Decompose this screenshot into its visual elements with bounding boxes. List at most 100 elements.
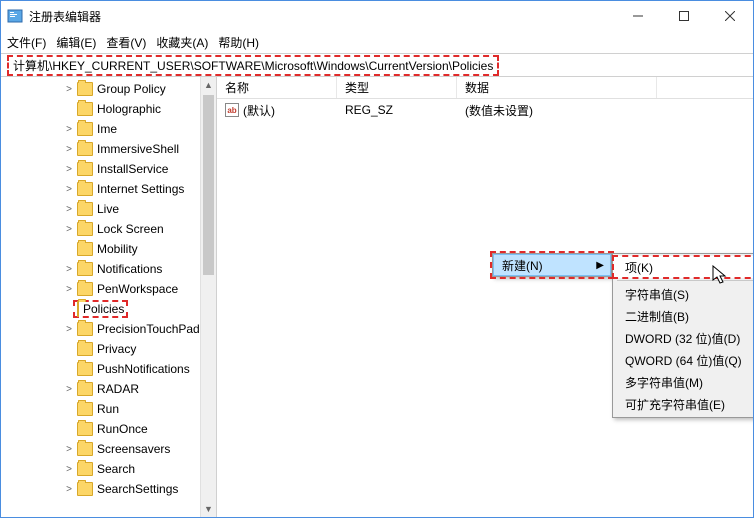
folder-icon: [77, 122, 93, 136]
expand-icon[interactable]: >: [63, 204, 75, 215]
folder-icon: [77, 342, 93, 356]
string-value-icon: ab: [225, 103, 239, 117]
column-header[interactable]: 类型: [337, 77, 457, 98]
expand-icon[interactable]: >: [63, 264, 75, 275]
tree-label: PenWorkspace: [97, 282, 178, 296]
tree-item[interactable]: > Internet Settings: [13, 179, 216, 199]
tree-label: Notifications: [97, 262, 162, 276]
tree-item[interactable]: >Search: [13, 459, 216, 479]
tree-item[interactable]: Holographic: [13, 99, 216, 119]
tree-item[interactable]: >PrecisionTouchPad: [13, 319, 216, 339]
tree-label: Policies: [83, 302, 124, 316]
tree-item[interactable]: >ImmersiveShell: [13, 139, 216, 159]
expand-icon[interactable]: >: [63, 164, 75, 175]
tree-label: RunOnce: [97, 422, 148, 436]
expand-icon[interactable]: >: [63, 144, 75, 155]
tree-item[interactable]: > RADAR: [13, 379, 216, 399]
tree-item[interactable]: Run: [13, 399, 216, 419]
context-item[interactable]: 项(K): [613, 256, 753, 278]
tree-item[interactable]: >Live: [13, 199, 216, 219]
tree-label: Group Policy: [97, 82, 166, 96]
tree-label: Privacy: [97, 342, 136, 356]
tree-item[interactable]: RunOnce: [13, 419, 216, 439]
tree-item[interactable]: > Notifications: [13, 259, 216, 279]
menu-item[interactable]: 收藏夹(A): [156, 34, 208, 51]
context-item[interactable]: 字符串值(S): [613, 283, 753, 305]
value-type: REG_SZ: [337, 103, 457, 117]
tree-panel[interactable]: > Group Policy Holographic > Ime >ImmersiveSh…: [1, 77, 217, 517]
tree-item[interactable]: Privacy: [13, 339, 216, 359]
registry-editor-window: 注册表编辑器 文件(F) 编辑(E) 查看(V) 收藏夹(A) 帮助(H) 计算机\HK…: [0, 0, 754, 518]
close-button[interactable]: [707, 1, 753, 31]
scroll-up-icon[interactable]: ▲: [201, 77, 216, 93]
folder-icon: [77, 182, 93, 196]
column-header[interactable]: 数据: [457, 77, 657, 98]
folder-icon: [77, 402, 93, 416]
tree-item[interactable]: > PenWorkspace: [13, 279, 216, 299]
tree-label: InstallService: [97, 162, 168, 176]
tree-item[interactable]: > Group Policy: [13, 79, 216, 99]
folder-icon: [77, 242, 93, 256]
tree-item[interactable]: >Screensavers: [13, 439, 216, 459]
context-item[interactable]: DWORD (32 位)值(D): [613, 327, 753, 349]
folder-icon: [77, 362, 93, 376]
expand-icon[interactable]: >: [63, 444, 75, 455]
context-item[interactable]: 多字符串值(M): [613, 371, 753, 393]
folder-icon: [77, 322, 93, 336]
tree-item[interactable]: PushNotifications: [13, 359, 216, 379]
addressbar[interactable]: 计算机\HKEY_CURRENT_USER\SOFTWARE\Microsoft…: [1, 53, 753, 77]
folder-icon: [77, 462, 93, 476]
tree-scrollbar[interactable]: ▲ ▼: [200, 77, 216, 517]
submenu-arrow-icon: ▶: [596, 260, 604, 271]
window-title: 注册表编辑器: [29, 8, 615, 25]
tree-item[interactable]: Policies: [13, 299, 216, 319]
app-icon: [7, 8, 23, 24]
context-item[interactable]: 二进制值(B): [613, 305, 753, 327]
expand-icon[interactable]: >: [63, 384, 75, 395]
expand-icon[interactable]: >: [63, 84, 75, 95]
folder-icon: [77, 102, 93, 116]
expand-icon[interactable]: >: [63, 284, 75, 295]
list-row[interactable]: ab(默认)REG_SZ(数值未设置): [217, 99, 753, 121]
tree-item[interactable]: > Lock Screen: [13, 219, 216, 239]
expand-icon[interactable]: >: [63, 184, 75, 195]
minimize-button[interactable]: [615, 1, 661, 31]
context-item-label: 新建(N): [502, 257, 543, 274]
menu-separator: [617, 280, 753, 281]
menu-item[interactable]: 帮助(H): [218, 34, 259, 51]
menu-item[interactable]: 编辑(E): [56, 34, 96, 51]
folder-icon: [77, 442, 93, 456]
tree-item[interactable]: Mobility: [13, 239, 216, 259]
column-header[interactable]: 名称: [217, 77, 337, 98]
list-panel[interactable]: 名称类型数据 ab(默认)REG_SZ(数值未设置) 新建(N) ▶ 项(K) 字…: [217, 77, 753, 517]
context-item[interactable]: 可扩充字符串值(E): [613, 393, 753, 415]
expand-icon[interactable]: >: [63, 484, 75, 495]
context-menu-new: 新建(N) ▶: [492, 253, 612, 277]
window-buttons: [615, 1, 753, 31]
maximize-button[interactable]: [661, 1, 707, 31]
context-item[interactable]: QWORD (64 位)值(Q): [613, 349, 753, 371]
folder-icon: [77, 142, 93, 156]
menu-item[interactable]: 文件(F): [7, 34, 46, 51]
tree-item[interactable]: >SearchSettings: [13, 479, 216, 499]
scroll-down-icon[interactable]: ▼: [201, 501, 216, 517]
expand-icon[interactable]: >: [63, 324, 75, 335]
tree-label: Ime: [97, 122, 117, 136]
folder-icon: [77, 262, 93, 276]
expand-icon[interactable]: >: [63, 124, 75, 135]
tree-item[interactable]: > InstallService: [13, 159, 216, 179]
list-header: 名称类型数据: [217, 77, 753, 99]
expand-icon[interactable]: >: [63, 224, 75, 235]
tree-label: RADAR: [97, 382, 139, 396]
scroll-thumb[interactable]: [203, 95, 214, 275]
tree-label: Internet Settings: [97, 182, 184, 196]
menu-item[interactable]: 查看(V): [106, 34, 146, 51]
tree-item[interactable]: > Ime: [13, 119, 216, 139]
tree-label: Holographic: [97, 102, 161, 116]
tree-label: Lock Screen: [97, 222, 164, 236]
folder-icon: [77, 382, 93, 396]
tree-label: PushNotifications: [97, 362, 190, 376]
context-item-new[interactable]: 新建(N) ▶: [493, 254, 611, 276]
content-area: > Group Policy Holographic > Ime >ImmersiveSh…: [1, 77, 753, 517]
expand-icon[interactable]: >: [63, 464, 75, 475]
